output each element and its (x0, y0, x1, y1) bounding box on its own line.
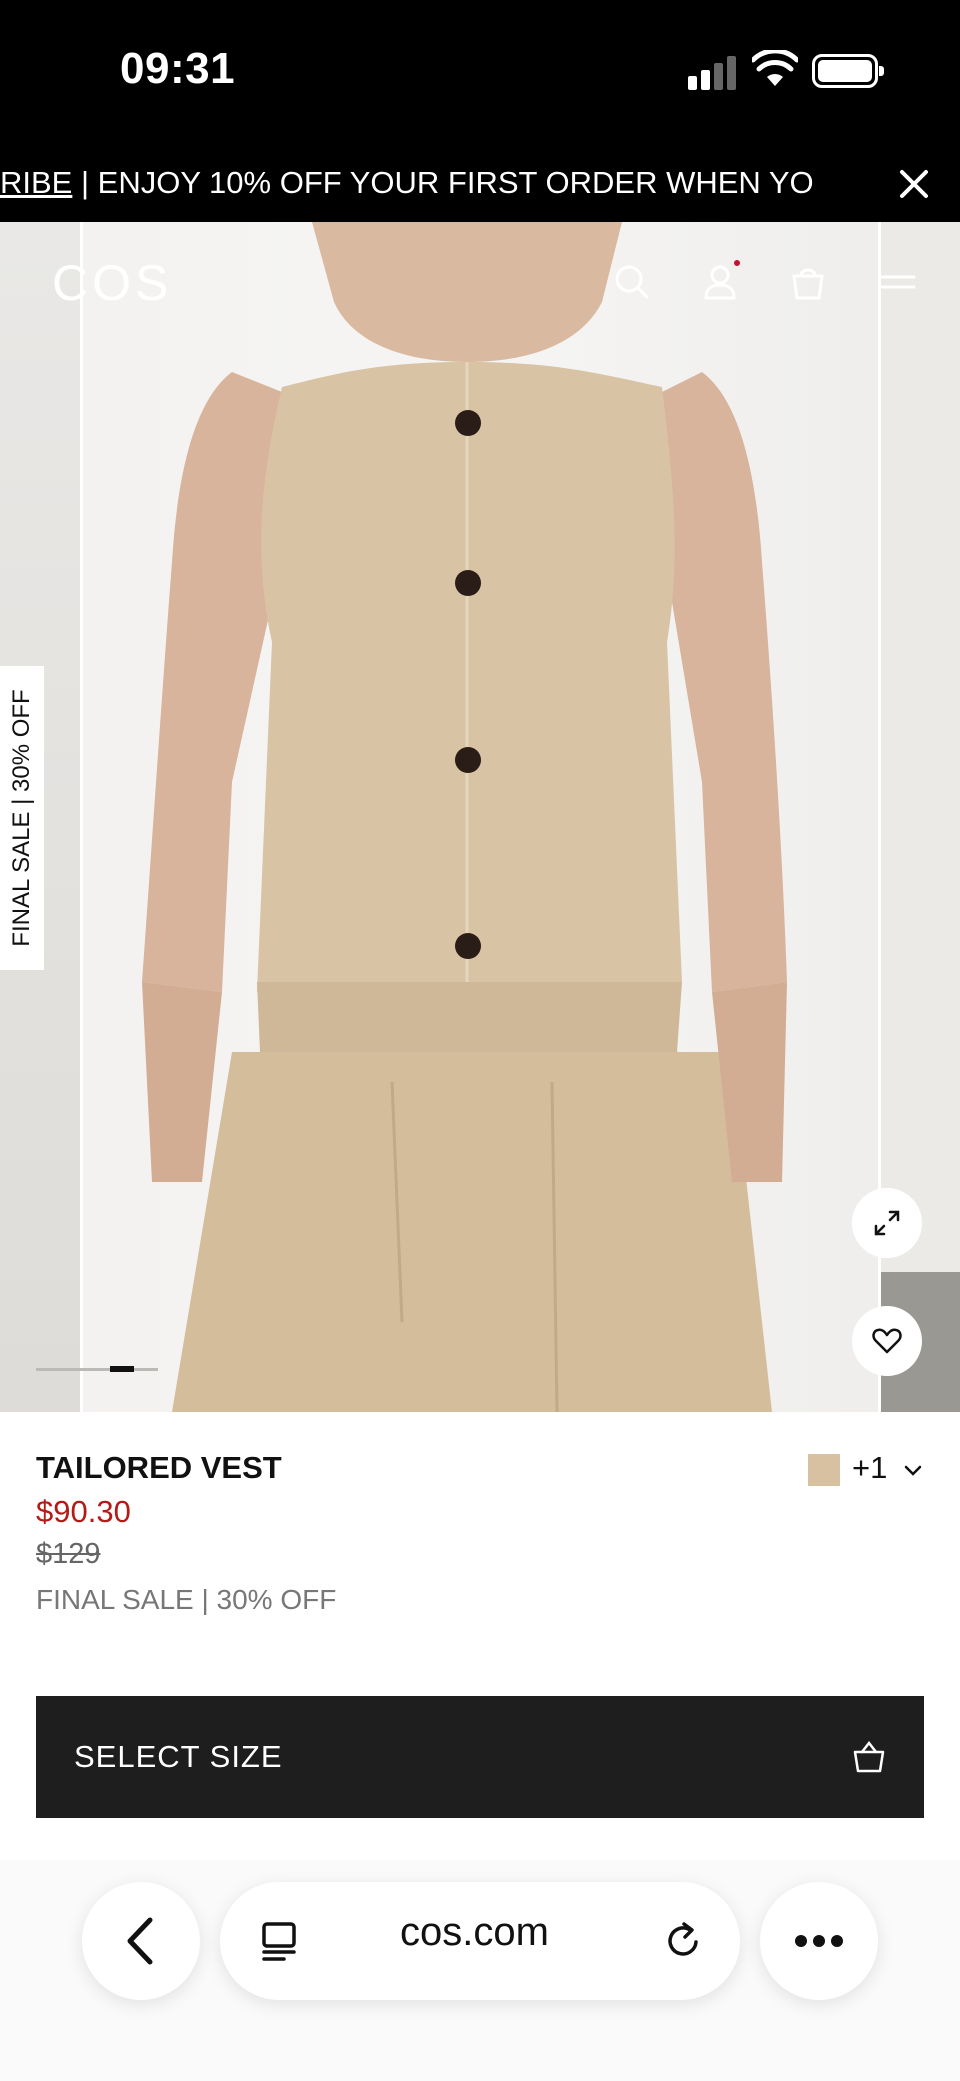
status-bar: 09:31 (0, 0, 960, 148)
more-options-button[interactable] (760, 1882, 878, 2000)
gallery-progress-indicator (110, 1366, 134, 1372)
expand-icon (874, 1210, 900, 1236)
notification-dot (734, 260, 740, 266)
chevron-left-icon (127, 1917, 153, 1965)
wishlist-button[interactable] (852, 1306, 922, 1376)
promo-message: | ENJOY 10% OFF YOUR FIRST ORDER WHEN YO (72, 165, 814, 200)
reload-icon[interactable] (660, 1918, 706, 1964)
original-price: $129 (36, 1538, 101, 1570)
cos-logo[interactable]: COS (52, 254, 172, 312)
account-icon[interactable] (698, 260, 742, 304)
product-name: TAILORED VEST (36, 1450, 282, 1485)
select-size-button[interactable]: SELECT SIZE (36, 1696, 924, 1818)
more-colors-count[interactable]: +1 (852, 1450, 887, 1486)
wifi-icon (752, 50, 798, 86)
heart-icon (872, 1328, 902, 1354)
product-photo (142, 222, 787, 1412)
browser-toolbar: cos.com (0, 1860, 960, 2081)
back-button[interactable] (82, 1882, 200, 2000)
cellular-signal-icon (688, 56, 740, 90)
sale-note: FINAL SALE | 30% OFF (36, 1584, 337, 1615)
tabs-icon[interactable] (256, 1918, 302, 1964)
product-image-gallery[interactable]: COS FINAL SALE | 30% OFF (0, 222, 960, 1412)
battery-icon (812, 54, 884, 88)
chevron-down-icon[interactable] (902, 1460, 924, 1482)
basket-icon (853, 1740, 885, 1773)
promo-banner[interactable]: RIBE | ENJOY 10% OFF YOUR FIRST ORDER WH… (0, 148, 960, 222)
search-icon[interactable] (610, 260, 654, 304)
sale-side-tag: FINAL SALE | 30% OFF (0, 666, 44, 970)
bag-icon[interactable] (786, 260, 830, 304)
status-time: 09:31 (120, 44, 236, 93)
close-icon[interactable] (886, 156, 942, 212)
menu-icon[interactable] (876, 260, 920, 304)
select-size-label: SELECT SIZE (74, 1739, 283, 1774)
expand-image-button[interactable] (852, 1188, 922, 1258)
gallery-progress (36, 1366, 158, 1372)
sale-price: $90.30 (36, 1494, 131, 1529)
product-image[interactable] (82, 222, 880, 1412)
address-bar[interactable]: cos.com (220, 1882, 740, 2000)
color-swatch[interactable] (808, 1454, 840, 1486)
url-text[interactable]: cos.com (400, 1910, 549, 1955)
promo-text[interactable]: RIBE | ENJOY 10% OFF YOUR FIRST ORDER WH… (0, 165, 856, 201)
ellipsis-icon (795, 1935, 843, 1947)
promo-subscribe-link[interactable]: RIBE (0, 165, 72, 200)
